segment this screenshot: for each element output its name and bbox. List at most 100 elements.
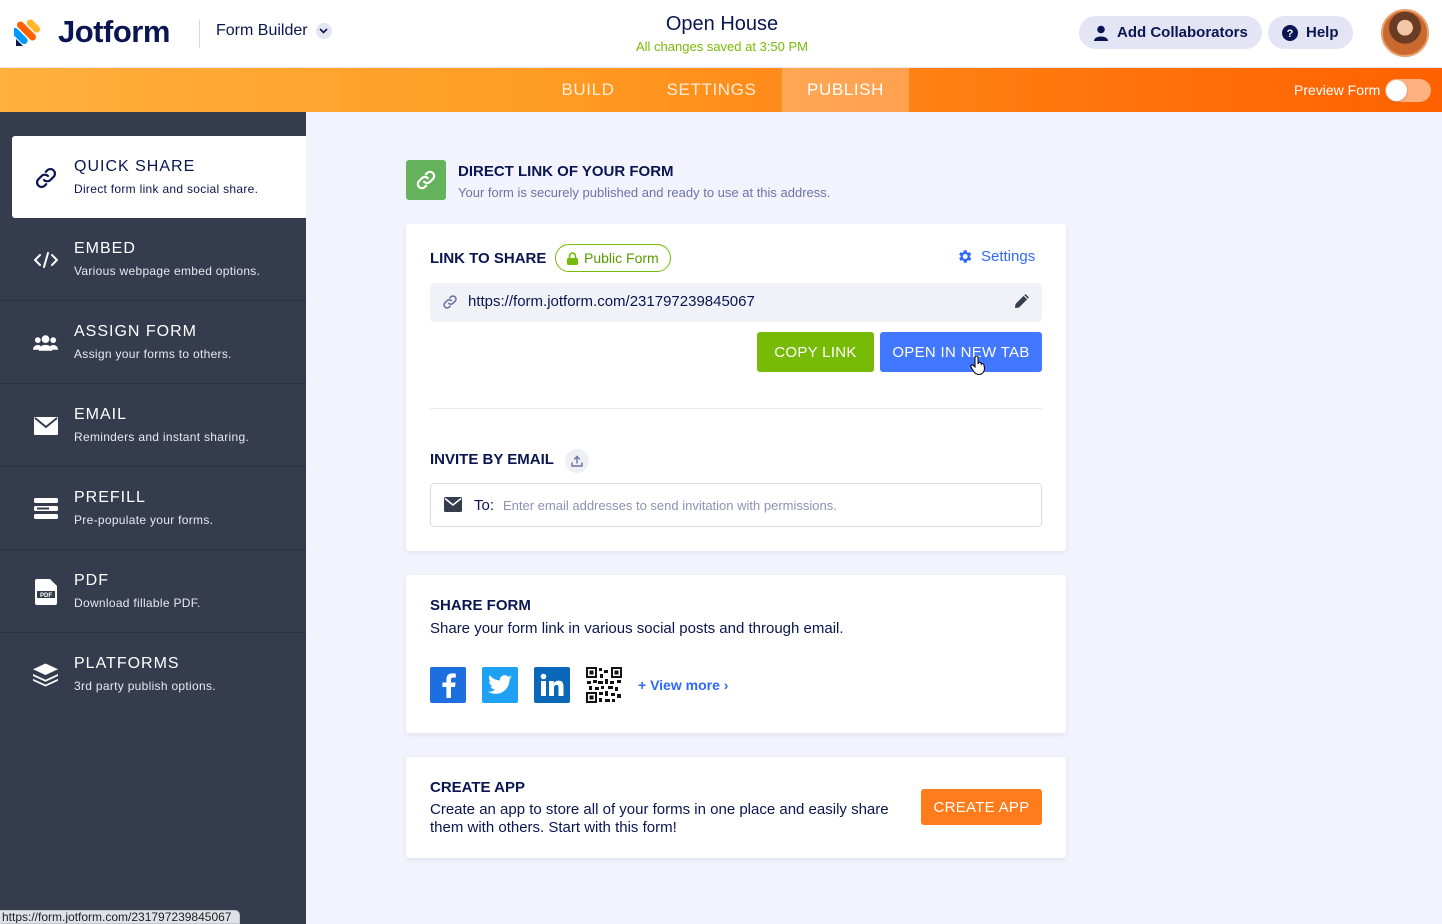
tab-settings[interactable]: SETTINGS xyxy=(651,68,772,112)
browser-status-url: https://form.jotform.com/231797239845067 xyxy=(0,910,241,924)
view-more-link[interactable]: + View more › xyxy=(638,677,728,693)
help-label: Help xyxy=(1306,24,1339,41)
sidebar-item-desc: Pre-populate your forms. xyxy=(74,513,214,527)
sidebar-item-email[interactable]: EMAIL Reminders and instant sharing. xyxy=(0,384,306,467)
public-form-badge[interactable]: Public Form xyxy=(555,244,671,272)
share-form-desc: Share your form link in various social p… xyxy=(430,620,844,637)
link-card: LINK TO SHARE Public Form Settings https… xyxy=(406,224,1066,551)
sidebar-item-assign-form[interactable]: ASSIGN FORM Assign your forms to others. xyxy=(0,301,306,384)
help-button[interactable]: ? Help xyxy=(1268,16,1353,49)
sidebar-item-pdf[interactable]: PDF PDF Download fillable PDF. xyxy=(0,550,306,633)
link-settings-button[interactable]: Settings xyxy=(956,248,1035,265)
gear-icon xyxy=(956,248,973,265)
upload-icon[interactable] xyxy=(565,449,589,473)
form-url-text: https://form.jotform.com/231797239845067 xyxy=(468,293,755,310)
pdf-icon: PDF xyxy=(33,578,58,605)
linkedin-icon xyxy=(540,673,564,696)
help-icon: ? xyxy=(1282,24,1298,41)
facebook-icon xyxy=(442,673,456,698)
create-app-card: CREATE APP Create an app to store all of… xyxy=(406,757,1066,858)
section-desc: Your form is securely published and read… xyxy=(458,185,831,200)
layers-icon xyxy=(33,662,58,687)
settings-label: Settings xyxy=(981,248,1036,265)
public-form-label: Public Form xyxy=(584,250,659,266)
twitter-share-button[interactable] xyxy=(482,667,518,703)
link-icon xyxy=(33,165,58,190)
sidebar-item-title: PREFILL xyxy=(74,489,146,506)
svg-text:PDF: PDF xyxy=(40,593,52,599)
jotform-logo-icon xyxy=(14,19,41,46)
link-badge-icon xyxy=(406,160,446,200)
header-divider xyxy=(199,20,200,48)
link-to-share-label: LINK TO SHARE xyxy=(430,250,547,267)
hand-cursor-icon xyxy=(970,355,986,381)
invite-email-field[interactable]: To: xyxy=(430,483,1042,527)
add-collaborators-button[interactable]: Add Collaborators xyxy=(1079,16,1262,49)
linkedin-share-button[interactable] xyxy=(534,667,570,703)
qr-code-button[interactable] xyxy=(586,667,622,703)
create-app-desc: Create an app to store all of your forms… xyxy=(430,801,889,836)
save-status: All changes saved at 3:50 PM xyxy=(636,39,808,54)
sidebar-item-title: PDF xyxy=(74,572,109,589)
users-icon xyxy=(33,330,58,355)
top-header: Jotform Form Builder Open House All chan… xyxy=(0,0,1442,68)
builder-nav: BUILD SETTINGS PUBLISH Preview Form xyxy=(0,68,1442,112)
svg-text:?: ? xyxy=(1287,28,1294,40)
envelope-icon xyxy=(444,497,462,517)
pencil-edit-icon[interactable] xyxy=(1014,293,1030,314)
direct-link-heading: DIRECT LINK OF YOUR FORM Your form is se… xyxy=(406,160,830,200)
preview-form-toggle[interactable] xyxy=(1385,79,1431,102)
sidebar-item-title: QUICK SHARE xyxy=(74,158,196,175)
envelope-icon xyxy=(33,413,58,438)
plus-icon: + xyxy=(638,677,647,693)
sidebar-item-title: PLATFORMS xyxy=(74,655,180,672)
form-title[interactable]: Open House xyxy=(560,13,884,36)
section-title: DIRECT LINK OF YOUR FORM xyxy=(458,163,674,180)
sidebar-item-embed[interactable]: EMBED Various webpage embed options. xyxy=(0,218,306,301)
sidebar-item-desc: 3rd party publish options. xyxy=(74,679,216,693)
email-input[interactable] xyxy=(503,490,1023,520)
publish-sidebar: QUICK SHARE Direct form link and social … xyxy=(0,112,306,924)
sidebar-item-desc: Various webpage embed options. xyxy=(74,264,261,278)
twitter-icon xyxy=(488,675,512,694)
chevron-down-icon xyxy=(315,23,332,39)
chain-link-icon xyxy=(442,294,458,315)
preview-form-label: Preview Form xyxy=(1294,82,1381,98)
sidebar-item-prefill[interactable]: PREFILL Pre-populate your forms. xyxy=(0,467,306,550)
qr-code-icon xyxy=(586,667,622,703)
chevron-right-icon: › xyxy=(723,677,729,693)
user-avatar[interactable] xyxy=(1381,9,1429,57)
form-url-field[interactable]: https://form.jotform.com/231797239845067 xyxy=(430,283,1042,322)
share-form-title: SHARE FORM xyxy=(430,597,531,614)
invite-by-email-label: INVITE BY EMAIL xyxy=(430,451,554,468)
sidebar-item-title: ASSIGN FORM xyxy=(74,323,198,340)
prefill-icon xyxy=(33,496,58,521)
facebook-share-button[interactable] xyxy=(430,667,466,703)
sidebar-item-desc: Download fillable PDF. xyxy=(74,596,201,610)
create-app-title: CREATE APP xyxy=(430,779,526,796)
user-icon xyxy=(1093,25,1109,41)
brand-name: Jotform xyxy=(58,14,170,49)
copy-link-button[interactable]: COPY LINK xyxy=(757,332,874,372)
tab-publish[interactable]: PUBLISH xyxy=(782,68,909,112)
sidebar-item-platforms[interactable]: PLATFORMS 3rd party publish options. xyxy=(0,633,306,716)
create-app-button[interactable]: CREATE APP xyxy=(921,789,1042,825)
jotform-logo[interactable]: Jotform xyxy=(14,14,170,50)
sidebar-item-desc: Reminders and instant sharing. xyxy=(74,430,250,444)
sidebar-item-title: EMBED xyxy=(74,240,136,257)
sidebar-item-title: EMAIL xyxy=(74,406,128,423)
form-builder-label: Form Builder xyxy=(216,22,308,39)
lock-icon xyxy=(567,251,578,265)
code-icon xyxy=(33,247,58,272)
sidebar-item-quick-share[interactable]: QUICK SHARE Direct form link and social … xyxy=(12,136,306,218)
tab-build[interactable]: BUILD xyxy=(545,68,631,112)
open-in-new-tab-button[interactable]: OPEN IN NEW TAB xyxy=(880,332,1042,372)
sidebar-item-desc: Assign your forms to others. xyxy=(74,347,232,361)
form-title-area: Open House All changes saved at 3:50 PM xyxy=(560,13,884,54)
form-builder-menu[interactable]: Form Builder xyxy=(216,22,332,40)
toggle-knob xyxy=(1386,80,1407,101)
share-form-card: SHARE FORM Share your form link in vario… xyxy=(406,575,1066,733)
to-label: To: xyxy=(474,497,495,514)
card-divider xyxy=(430,408,1042,409)
add-collaborators-label: Add Collaborators xyxy=(1117,24,1248,41)
